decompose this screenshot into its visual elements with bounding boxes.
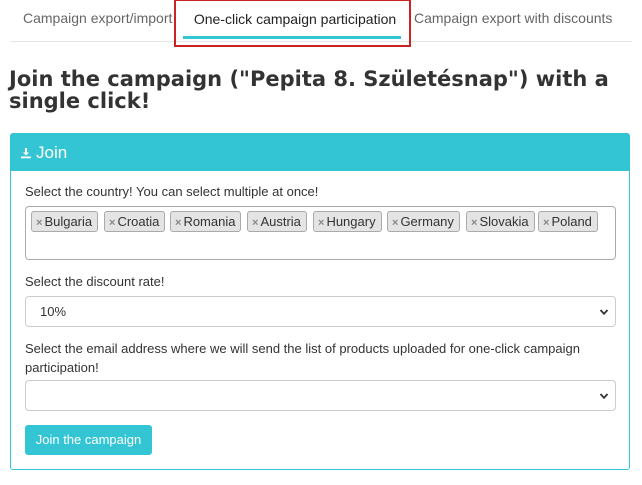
discount-select[interactable]: 10%: [25, 296, 616, 327]
join-campaign-button[interactable]: Join the campaign: [25, 425, 152, 455]
chevron-down-icon: [599, 309, 609, 316]
tab-campaign-export-discounts[interactable]: Campaign export with discounts: [414, 0, 612, 40]
remove-chip-icon[interactable]: ×: [109, 217, 115, 229]
email-select[interactable]: [25, 380, 616, 411]
remove-chip-icon[interactable]: ×: [318, 217, 324, 229]
country-chip[interactable]: × Germany: [387, 211, 460, 232]
remove-chip-icon[interactable]: ×: [175, 217, 181, 229]
country-chip[interactable]: × Slovakia: [466, 211, 535, 232]
remove-chip-icon[interactable]: ×: [392, 217, 398, 229]
tab-campaign-export-import[interactable]: Campaign export/import: [23, 0, 172, 40]
panel-title: Join: [36, 142, 68, 162]
join-panel: Join Select the country! You can select …: [10, 133, 630, 470]
country-chip[interactable]: × Austria: [247, 211, 307, 232]
country-chip[interactable]: × Hungary: [313, 211, 382, 232]
country-multiselect[interactable]: × Bulgaria × Croatia × Romania × Austria × Hu…: [25, 206, 616, 260]
tab-one-click-participation[interactable]: One-click campaign participation: [186, 1, 404, 41]
active-tab-underline: [183, 36, 401, 39]
country-chip[interactable]: × Bulgaria: [31, 211, 99, 232]
page-title: Join the campaign ("Pepita 8. Születésna…: [9, 67, 609, 113]
tab-bar: Campaign export/import One-click campaig…: [10, 0, 632, 47]
discount-value: 10%: [40, 304, 67, 319]
country-chip[interactable]: × Poland: [538, 211, 598, 232]
country-chip[interactable]: × Romania: [170, 211, 242, 232]
remove-chip-icon[interactable]: ×: [543, 217, 549, 229]
country-chip[interactable]: × Croatia: [104, 211, 166, 232]
remove-chip-icon[interactable]: ×: [252, 217, 258, 229]
remove-chip-icon[interactable]: ×: [471, 217, 477, 229]
active-tab-highlight: One-click campaign participation: [174, 0, 411, 47]
panel-header: Join: [11, 134, 629, 171]
country-label: Select the country! You can select multi…: [25, 184, 319, 199]
download-icon: [20, 147, 32, 159]
chevron-down-icon: [599, 393, 609, 400]
email-label: Select the email address where we will s…: [25, 341, 580, 375]
discount-label: Select the discount rate!: [25, 274, 165, 289]
remove-chip-icon[interactable]: ×: [36, 217, 42, 229]
